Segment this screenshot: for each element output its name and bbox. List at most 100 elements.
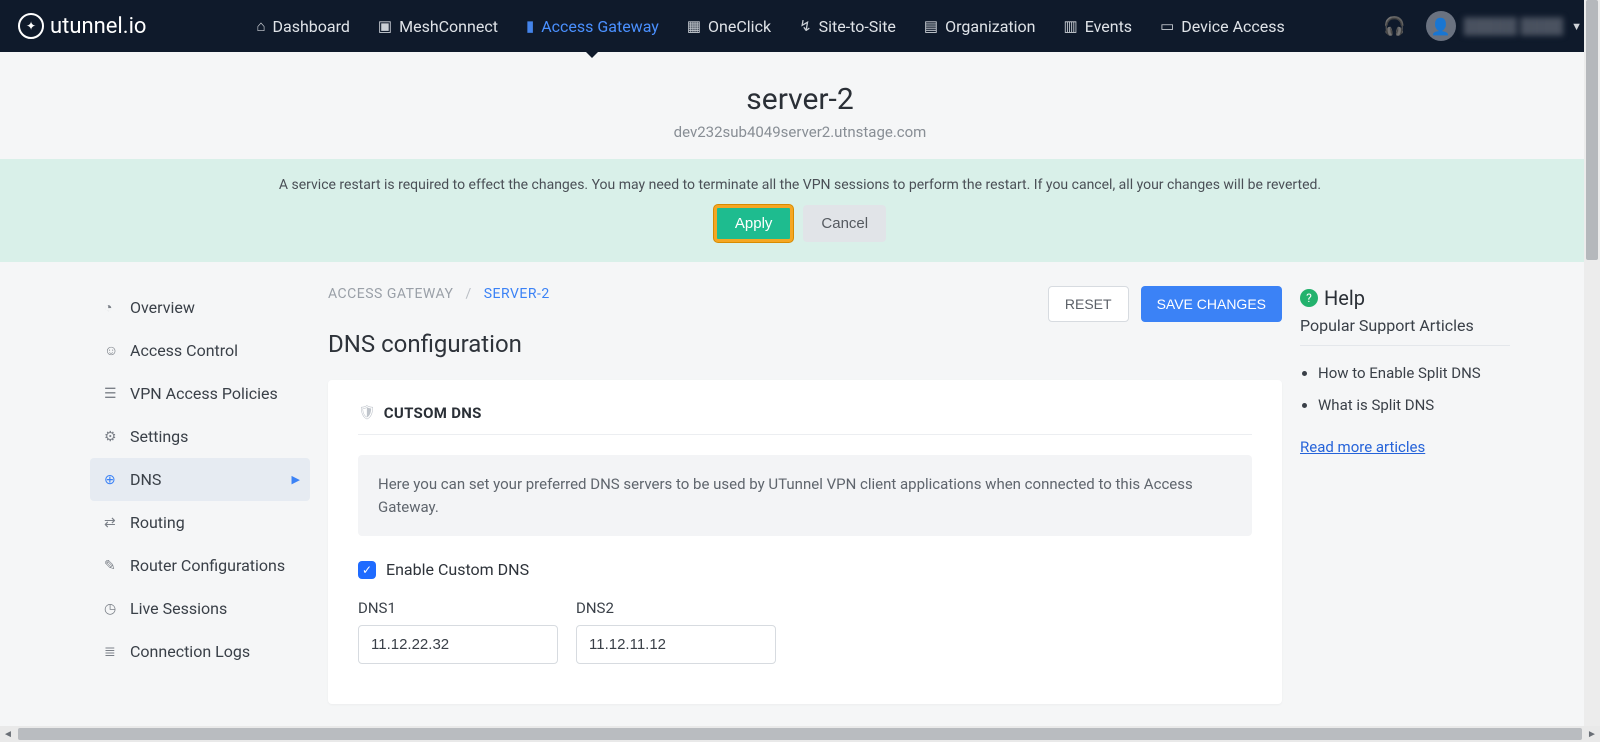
support-icon[interactable]: 🎧 — [1383, 16, 1405, 37]
vertical-scroll-thumb[interactable] — [1586, 0, 1598, 260]
nav-items: ⌂ Dashboard ▣ MeshConnect ▮ Access Gatew… — [256, 0, 1284, 52]
overview-icon: ◔ — [104, 299, 120, 316]
horizontal-scroll-thumb[interactable] — [18, 728, 1582, 740]
routing-icon: ⇄ — [104, 515, 120, 531]
nav-label: Events — [1085, 17, 1132, 36]
nav-events[interactable]: ▥ Events — [1064, 0, 1133, 52]
cancel-button[interactable]: Cancel — [803, 205, 886, 242]
user-menu[interactable]: 👤 █████ ████ ▼ — [1426, 11, 1582, 41]
enable-custom-dns-checkbox[interactable]: ✓ — [358, 561, 376, 579]
sidebar-label: Settings — [130, 427, 188, 446]
scroll-right-icon[interactable]: ► — [1584, 729, 1600, 740]
nav-label: Dashboard — [273, 17, 350, 36]
caret-down-icon: ▼ — [1571, 20, 1582, 33]
sidebar-item-dns[interactable]: ⊕ DNS ▶ — [90, 458, 310, 501]
top-nav: ✦ utunnel.io ⌂ Dashboard ▣ MeshConnect ▮… — [0, 0, 1600, 52]
breadcrumb-root[interactable]: ACCESS GATEWAY — [328, 286, 453, 302]
nav-label: Site-to-Site — [819, 17, 896, 36]
help-subtitle: Popular Support Articles — [1300, 316, 1510, 346]
sidebar-item-routing[interactable]: ⇄ Routing — [90, 501, 310, 544]
sidebar-item-connection-logs[interactable]: ≣ Connection Logs — [90, 630, 310, 673]
help-article-link[interactable]: How to Enable Split DNS — [1318, 364, 1510, 382]
apply-button[interactable]: Apply — [714, 205, 794, 242]
custom-dns-card: 🛡 CUTSOM DNS Here you can set your prefe… — [328, 380, 1282, 704]
gear-icon: ⚙ — [104, 429, 120, 445]
notice-text: A service restart is required to effect … — [0, 177, 1600, 193]
nav-meshconnect[interactable]: ▣ MeshConnect — [378, 0, 498, 52]
dns1-label: DNS1 — [358, 599, 558, 617]
page-header: server-2 dev232sub4049server2.utnstage.c… — [0, 52, 1600, 159]
sidebar-item-router-config[interactable]: ✎ Router Configurations — [90, 544, 310, 587]
help-title-text: Help — [1324, 286, 1365, 310]
sidebar-label: DNS — [130, 470, 161, 489]
nav-right: 🎧 👤 █████ ████ ▼ — [1383, 11, 1582, 41]
dns1-input[interactable] — [358, 625, 558, 664]
help-panel: ? Help Popular Support Articles How to E… — [1300, 286, 1510, 704]
sidebar-label: Routing — [130, 513, 185, 532]
nav-access-gateway[interactable]: ▮ Access Gateway — [526, 0, 659, 52]
brand-text: utunnel.io — [50, 14, 146, 39]
active-indicator-icon — [585, 51, 599, 58]
dns2-input[interactable] — [576, 625, 776, 664]
content: ◔ Overview ☺ Access Control ☰ VPN Access… — [0, 262, 1600, 704]
card-title: CUTSOM DNS — [384, 404, 482, 422]
sidebar-label: Connection Logs — [130, 642, 250, 661]
device-icon: ▭ — [1160, 17, 1174, 35]
home-icon: ⌂ — [256, 17, 265, 35]
sidebar-item-vpn-policies[interactable]: ☰ VPN Access Policies — [90, 372, 310, 415]
breadcrumb-separator: / — [465, 286, 471, 302]
org-icon: ▤ — [924, 17, 938, 35]
info-box: Here you can set your preferred DNS serv… — [358, 455, 1252, 536]
sidebar-item-access-control[interactable]: ☺ Access Control — [90, 329, 310, 372]
brand-logo[interactable]: ✦ utunnel.io — [18, 13, 146, 39]
section-title: DNS configuration — [328, 330, 1282, 358]
nav-oneclick[interactable]: ▦ OneClick — [687, 0, 771, 52]
clock-icon: ◷ — [104, 601, 120, 617]
sidebar-label: Router Configurations — [130, 556, 285, 575]
help-icon: ? — [1300, 289, 1318, 307]
sidebar-item-settings[interactable]: ⚙ Settings — [90, 415, 310, 458]
breadcrumb-current: SERVER-2 — [484, 286, 550, 302]
nav-dashboard[interactable]: ⌂ Dashboard — [256, 0, 349, 52]
sidebar-item-overview[interactable]: ◔ Overview — [90, 286, 310, 329]
restart-notice: A service restart is required to effect … — [0, 159, 1600, 262]
sidebar-label: Access Control — [130, 341, 238, 360]
sidebar-label: Live Sessions — [130, 599, 227, 618]
read-more-link[interactable]: Read more articles — [1300, 438, 1425, 456]
help-article-link[interactable]: What is Split DNS — [1318, 396, 1510, 414]
access-control-icon: ☺ — [104, 342, 120, 359]
nav-site-to-site[interactable]: ↯ Site-to-Site — [799, 0, 896, 52]
vertical-scrollbar[interactable] — [1584, 0, 1600, 726]
enable-custom-dns-label: Enable Custom DNS — [386, 560, 529, 579]
dns2-label: DNS2 — [576, 599, 776, 617]
router-config-icon: ✎ — [104, 558, 120, 574]
save-changes-button[interactable]: SAVE CHANGES — [1141, 286, 1282, 322]
nav-organization[interactable]: ▤ Organization — [924, 0, 1036, 52]
horizontal-scrollbar[interactable]: ◄ ► — [0, 726, 1600, 742]
sidebar: ◔ Overview ☺ Access Control ☰ VPN Access… — [90, 286, 310, 704]
nav-label: Access Gateway — [541, 17, 659, 36]
globe-icon: ⊕ — [104, 472, 120, 488]
help-articles: How to Enable Split DNS What is Split DN… — [1300, 364, 1510, 414]
avatar-icon: 👤 — [1426, 11, 1456, 41]
logo-icon: ✦ — [18, 13, 44, 39]
nav-label: OneClick — [708, 17, 771, 36]
breadcrumb: ACCESS GATEWAY / SERVER-2 — [328, 286, 550, 302]
oneclick-icon: ▦ — [687, 17, 701, 35]
sidebar-item-live-sessions[interactable]: ◷ Live Sessions — [90, 587, 310, 630]
site-icon: ↯ — [799, 17, 812, 35]
shield-icon: 🛡 — [358, 405, 376, 421]
sidebar-label: Overview — [130, 298, 195, 317]
nav-device-access[interactable]: ▭ Device Access — [1160, 0, 1285, 52]
nav-label: MeshConnect — [399, 17, 498, 36]
sidebar-label: VPN Access Policies — [130, 384, 278, 403]
nav-label: Organization — [945, 17, 1035, 36]
main: ACCESS GATEWAY / SERVER-2 RESET SAVE CHA… — [328, 286, 1282, 704]
page-subtitle: dev232sub4049server2.utnstage.com — [0, 123, 1600, 141]
scroll-left-icon[interactable]: ◄ — [0, 729, 16, 740]
events-icon: ▥ — [1064, 17, 1078, 35]
reset-button[interactable]: RESET — [1048, 286, 1129, 322]
user-name: █████ ████ — [1464, 17, 1563, 35]
nav-label: Device Access — [1181, 17, 1285, 36]
page-title: server-2 — [0, 82, 1600, 117]
